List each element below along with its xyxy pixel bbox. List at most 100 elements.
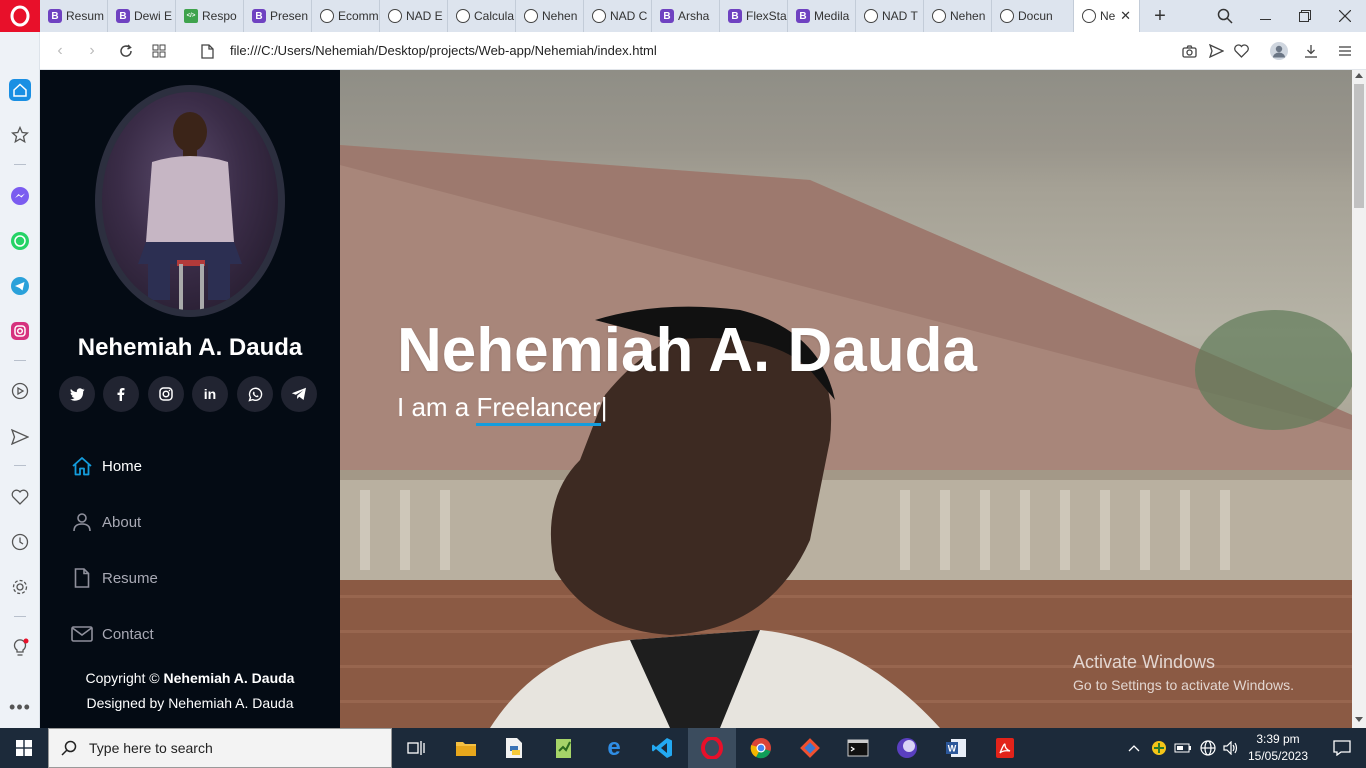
- sidebar-messenger-button[interactable]: [9, 185, 31, 207]
- battery-button[interactable]: [1171, 728, 1195, 768]
- taskbar-opera[interactable]: [688, 728, 736, 768]
- taskbar-acrobat[interactable]: [981, 728, 1029, 768]
- taskbar-terminal[interactable]: [834, 728, 882, 768]
- url-field[interactable]: file:///C:/Users/Nehemiah/Desktop/projec…: [230, 43, 657, 58]
- snapshot-button[interactable]: [1179, 41, 1199, 61]
- taskbar-clock[interactable]: 3:39 pm 15/05/2023: [1240, 731, 1316, 765]
- browser-tab[interactable]: NAD C: [584, 0, 652, 32]
- instagram-link[interactable]: [148, 376, 184, 412]
- page-info-button[interactable]: [197, 41, 217, 61]
- sidebar-home-button[interactable]: [9, 79, 31, 101]
- taskbar-edge[interactable]: e: [590, 728, 638, 768]
- bootstrap-icon: B: [116, 9, 130, 23]
- browser-tab[interactable]: B Presen: [244, 0, 312, 32]
- sidebar-whatsapp-button[interactable]: [9, 230, 31, 252]
- close-window-button[interactable]: [1325, 0, 1365, 32]
- activate-windows-subtitle: Go to Settings to activate Windows.: [1073, 677, 1294, 693]
- page-scrollbar[interactable]: [1352, 70, 1366, 728]
- send-button[interactable]: [1206, 41, 1226, 61]
- browser-tab[interactable]: NAD E: [380, 0, 448, 32]
- browser-tab-label: Medila: [814, 9, 850, 23]
- taskbar-notepad-plus[interactable]: [540, 728, 588, 768]
- profile-photo: [95, 85, 285, 317]
- taskbar-word[interactable]: W: [932, 728, 980, 768]
- profile-button[interactable]: [1269, 41, 1289, 61]
- svg-text:W: W: [948, 744, 957, 754]
- browser-tab[interactable]: Ecomm: [312, 0, 380, 32]
- sidebar-instagram-button[interactable]: [9, 320, 31, 342]
- taskbar-vscode[interactable]: [638, 728, 686, 768]
- facebook-link[interactable]: [103, 376, 139, 412]
- taskbar-git[interactable]: [786, 728, 834, 768]
- nav-home[interactable]: Home: [70, 448, 310, 484]
- easy-setup-button[interactable]: [1335, 41, 1355, 61]
- clock-time: 3:39 pm: [1256, 732, 1300, 746]
- browser-tab[interactable]: Docun: [992, 0, 1074, 32]
- sidebar-player-button[interactable]: [9, 380, 31, 402]
- sidebar-bookmarks-button[interactable]: [9, 486, 31, 508]
- browser-tab[interactable]: NAD T: [856, 0, 924, 32]
- show-hidden-icons-button[interactable]: [1122, 728, 1146, 768]
- whatsapp-link[interactable]: [237, 376, 273, 412]
- nav-about[interactable]: About: [70, 504, 310, 540]
- browser-tab[interactable]: Nehen: [516, 0, 584, 32]
- browser-tab[interactable]: Calcula: [448, 0, 516, 32]
- forward-button[interactable]: ›: [82, 41, 102, 61]
- browser-tab[interactable]: Nehen: [924, 0, 992, 32]
- new-tab-button[interactable]: +: [1140, 0, 1180, 32]
- browser-tab-label: Nehen: [542, 9, 578, 23]
- back-button[interactable]: ‹: [50, 41, 70, 61]
- browser-tab[interactable]: B Resum: [40, 0, 108, 32]
- taskbar-python-app[interactable]: [490, 728, 538, 768]
- browser-tab-label: Nehen: [950, 9, 986, 23]
- taskbar-file-explorer[interactable]: [442, 728, 490, 768]
- tab-strip: B Resum B Dewi E </> Respo B Presen Ecomm NAD E Ca…: [0, 0, 1366, 32]
- sidebar-speed-dial-button[interactable]: [9, 124, 31, 146]
- scroll-up-arrow-icon[interactable]: [1355, 73, 1363, 78]
- sidebar-history-button[interactable]: [9, 531, 31, 553]
- tab-overview-button[interactable]: [149, 41, 169, 61]
- sidebar-tips-button[interactable]: [9, 637, 31, 659]
- close-tab-icon[interactable]: ✕: [1120, 8, 1131, 24]
- sidebar-settings-button[interactable]: [9, 576, 31, 598]
- nav-resume[interactable]: Resume: [70, 560, 310, 596]
- reload-button[interactable]: [116, 41, 136, 61]
- taskbar-chrome[interactable]: [737, 728, 785, 768]
- telegram-link[interactable]: [281, 376, 317, 412]
- linkedin-link[interactable]: in: [192, 376, 228, 412]
- downloads-button[interactable]: [1301, 41, 1321, 61]
- download-icon: [1305, 45, 1317, 58]
- sidebar-flow-button[interactable]: [9, 426, 31, 448]
- tray-app-button[interactable]: [1147, 728, 1171, 768]
- taskbar-orb-app[interactable]: [883, 728, 931, 768]
- twitter-link[interactable]: [59, 376, 95, 412]
- action-center-button[interactable]: [1318, 728, 1366, 768]
- scroll-down-arrow-icon[interactable]: [1355, 717, 1363, 722]
- pdf-icon: [996, 738, 1014, 758]
- browser-tab[interactable]: </> Respo: [176, 0, 244, 32]
- nav-label: Home: [102, 457, 143, 475]
- windows-taskbar: Type here to search e W 3:39 pm 15/05/20…: [0, 728, 1366, 768]
- browser-tab[interactable]: B Medila: [788, 0, 856, 32]
- sidebar-telegram-button[interactable]: [9, 275, 31, 297]
- tab-search-button[interactable]: [1205, 0, 1245, 32]
- scrollbar-thumb[interactable]: [1354, 84, 1364, 208]
- taskbar-search[interactable]: Type here to search: [48, 728, 392, 768]
- start-button[interactable]: [0, 728, 48, 768]
- sidebar-more-button[interactable]: •••: [9, 696, 31, 718]
- hero-title: Nehemiah A. Dauda: [397, 316, 977, 385]
- gear-icon: [12, 579, 28, 595]
- network-button[interactable]: [1196, 728, 1220, 768]
- task-view-button[interactable]: [392, 728, 440, 768]
- browser-tab[interactable]: B Arsha: [652, 0, 720, 32]
- minimize-button[interactable]: [1245, 0, 1285, 32]
- bookmark-button[interactable]: [1231, 41, 1251, 61]
- nav-contact[interactable]: Contact: [70, 616, 310, 652]
- browser-tab[interactable]: B FlexSta: [720, 0, 788, 32]
- browser-tab-label: Resum: [66, 9, 105, 23]
- lightbulb-icon: [13, 638, 29, 656]
- opera-menu-button[interactable]: [0, 0, 40, 32]
- browser-tab[interactable]: B Dewi E: [108, 0, 176, 32]
- browser-tab[interactable]: Ne ✕: [1074, 0, 1140, 32]
- restore-button[interactable]: [1285, 0, 1325, 32]
